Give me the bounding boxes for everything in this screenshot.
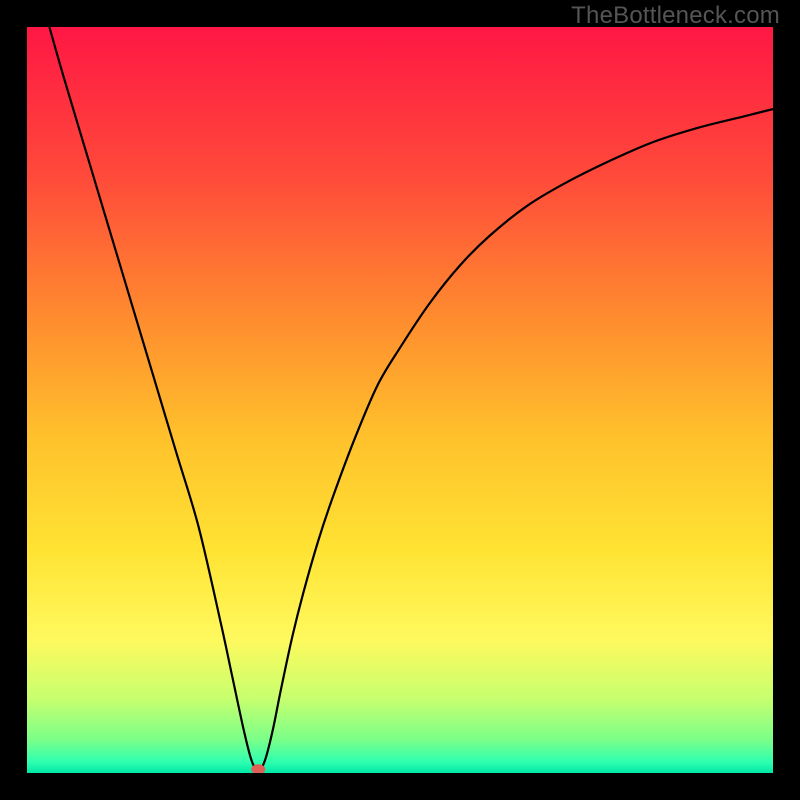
plot-area (27, 27, 773, 773)
chart-frame: TheBottleneck.com (0, 0, 800, 800)
watermark-text: TheBottleneck.com (571, 2, 780, 30)
chart-svg (27, 27, 773, 773)
